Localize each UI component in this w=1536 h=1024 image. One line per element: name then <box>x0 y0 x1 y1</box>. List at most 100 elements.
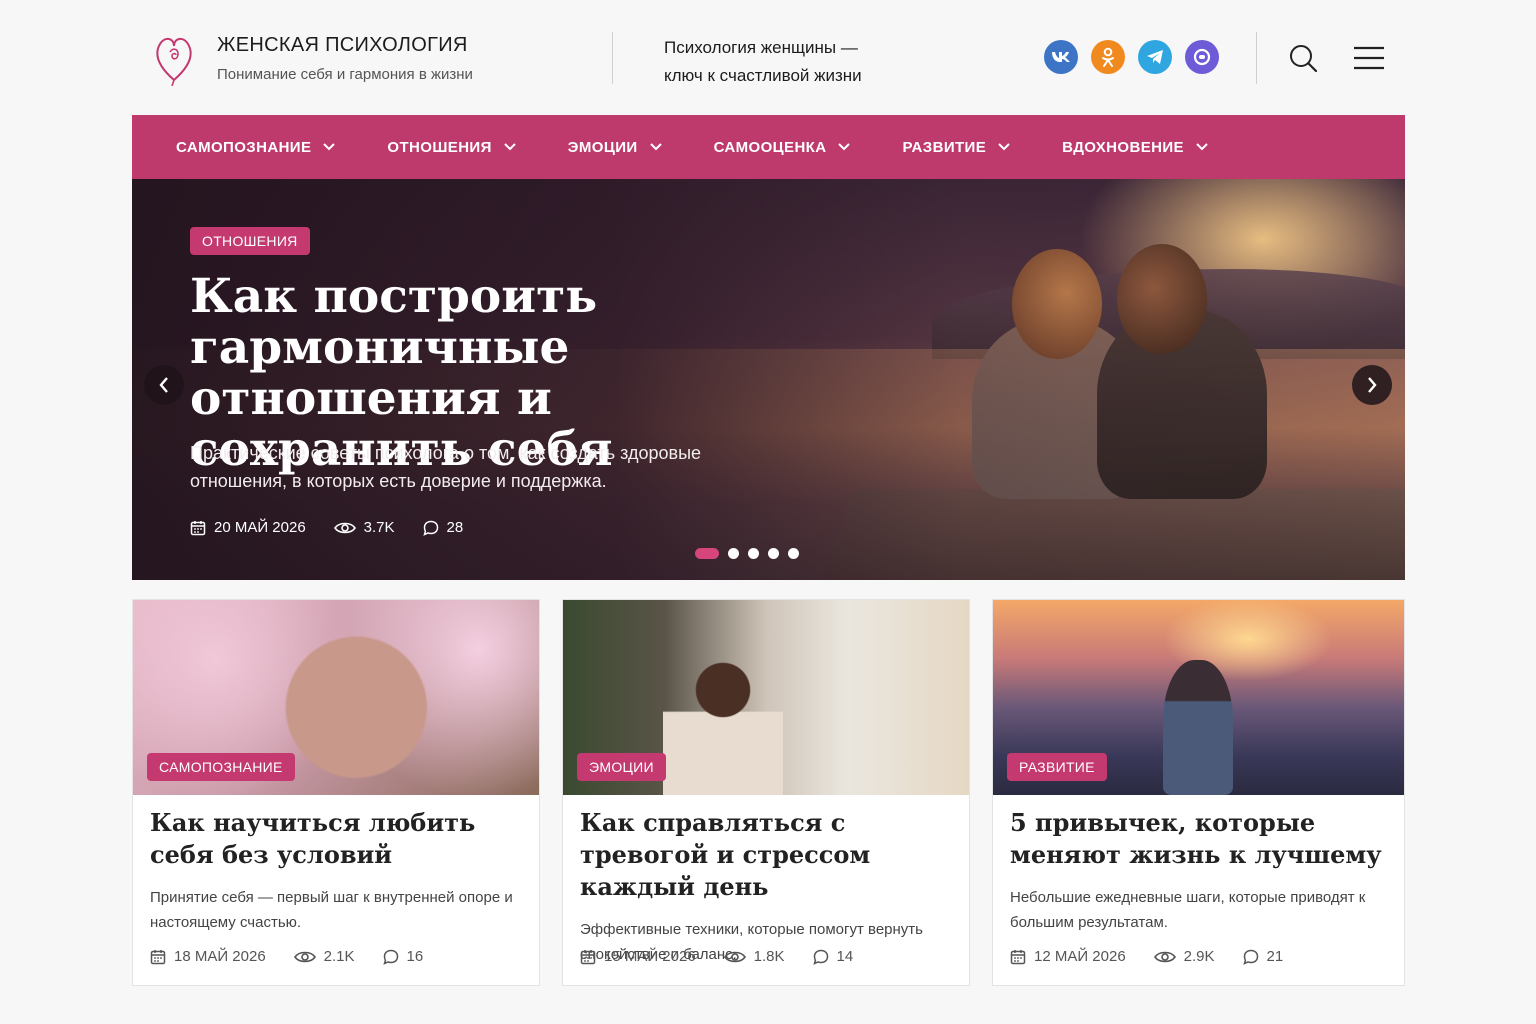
article-views-count: 1.8K <box>753 948 785 965</box>
chevron-down-icon <box>838 143 851 151</box>
vk-icon[interactable] <box>1044 40 1078 74</box>
comment-icon <box>382 949 398 965</box>
nav-item-inspiration[interactable]: ВДОХНОВЕНИЕ <box>1062 139 1208 156</box>
article-image[interactable]: ЭМОЦИИ <box>563 600 969 795</box>
slider-dot-3[interactable] <box>748 548 759 559</box>
nav-item-label: САМОПОЗНАНИЕ <box>176 138 312 156</box>
article-date: 18 МАЙ 2026 <box>150 948 266 965</box>
nav-item-emotions[interactable]: ЭМОЦИИ <box>568 139 662 156</box>
hero-views-count: 3.7K <box>363 519 395 536</box>
main-nav: САМОПОЗНАНИЕ ОТНОШЕНИЯ ЭМОЦИИ САМООЦЕНКА… <box>132 115 1405 179</box>
eye-icon <box>1153 951 1176 962</box>
header-divider <box>612 32 613 84</box>
calendar-icon <box>580 949 596 964</box>
brand-title: ЖЕНСКАЯ ПСИХОЛОГИЯ <box>217 34 468 56</box>
slogan: Психология женщины — ключ к счастливой ж… <box>664 34 862 90</box>
brand[interactable]: ЖЕНСКАЯ ПСИХОЛОГИЯ Понимание себя и гарм… <box>217 34 473 83</box>
eye-icon <box>723 951 746 962</box>
article-image[interactable]: РАЗВИТИЕ <box>993 600 1404 795</box>
heart-logo-icon[interactable] <box>152 30 196 87</box>
nav-item-self-esteem[interactable]: САМООЦЕНКА <box>714 139 851 156</box>
search-icon[interactable] <box>1287 42 1319 74</box>
article-comments: 21 <box>1242 948 1284 965</box>
article-comments: 14 <box>812 948 854 965</box>
article-date: 15 МАЙ 2026 <box>580 948 696 965</box>
nav-item-label: САМООЦЕНКА <box>713 138 827 156</box>
chevron-down-icon <box>1196 143 1208 151</box>
slider-dot-2[interactable] <box>728 548 739 559</box>
article-date-text: 12 МАЙ 2026 <box>1034 948 1126 965</box>
article-title[interactable]: 5 привычек, которые меняют жизнь к лучше… <box>1010 807 1387 871</box>
chevron-right-icon <box>1368 377 1377 393</box>
article-card[interactable]: ЭМОЦИИ Как справляться с тревогой и стре… <box>562 599 970 986</box>
article-date-text: 15 МАЙ 2026 <box>604 948 696 965</box>
article-meta: 15 МАЙ 2026 1.8K 14 <box>580 948 881 965</box>
article-views: 2.1K <box>293 948 355 965</box>
nav-item-relationships[interactable]: ОТНОШЕНИЯ <box>387 138 516 156</box>
site-header: ЖЕНСКАЯ ПСИХОЛОГИЯ Понимание себя и гарм… <box>132 22 1404 94</box>
header-divider <box>1256 32 1257 84</box>
article-image-person <box>663 655 783 795</box>
hero-views: 3.7K <box>333 519 395 536</box>
article-card[interactable]: РАЗВИТИЕ 5 привычек, которые меняют жизн… <box>992 599 1405 986</box>
telegram-icon[interactable] <box>1138 40 1172 74</box>
article-meta: 18 МАЙ 2026 2.1K 16 <box>150 948 451 965</box>
hamburger-menu-icon[interactable] <box>1352 44 1386 72</box>
article-description: Принятие себя — первый шаг к внутренней … <box>150 889 513 931</box>
article-title[interactable]: Как научиться любить себя без условий <box>150 807 522 871</box>
nav-item-label: ОТНОШЕНИЯ <box>387 138 492 156</box>
hero-date: 20 МАЙ 2026 <box>190 519 306 536</box>
article-comments: 16 <box>382 948 424 965</box>
article-views: 2.9K <box>1153 948 1215 965</box>
article-comments-count: 14 <box>836 948 854 965</box>
article-category-badge[interactable]: ЭМОЦИИ <box>577 753 666 781</box>
article-description: Небольшие ежедневные шаги, которые приво… <box>1010 889 1366 931</box>
article-comments-count: 16 <box>406 948 424 965</box>
article-category-badge[interactable]: РАЗВИТИЕ <box>1007 753 1107 781</box>
calendar-icon <box>190 520 206 535</box>
slogan-line-2: ключ к счастливой жизни <box>664 66 862 85</box>
odnoklassniki-icon[interactable] <box>1091 40 1125 74</box>
article-title[interactable]: Как справляться с тревогой и стрессом ка… <box>580 807 952 903</box>
slider-dot-4[interactable] <box>768 548 779 559</box>
hero-comments: 28 <box>422 519 464 536</box>
zen-icon[interactable] <box>1185 40 1219 74</box>
article-date-text: 18 МАЙ 2026 <box>174 948 266 965</box>
social-links <box>1044 40 1219 74</box>
slider-next-button[interactable] <box>1352 365 1392 405</box>
slogan-line-1: Психология женщины — <box>664 38 858 57</box>
article-meta: 12 МАЙ 2026 2.9K 21 <box>1010 948 1311 965</box>
article-category-badge[interactable]: САМОПОЗНАНИЕ <box>147 753 295 781</box>
nav-item-label: ЭМОЦИИ <box>567 138 638 156</box>
calendar-icon <box>1010 949 1026 964</box>
comment-icon <box>1242 949 1258 965</box>
slider-prev-button[interactable] <box>144 365 184 405</box>
article-comments-count: 21 <box>1266 948 1284 965</box>
chevron-down-icon <box>504 143 516 151</box>
chevron-down-icon <box>998 143 1010 151</box>
chevron-left-icon <box>159 377 168 393</box>
article-date: 12 МАЙ 2026 <box>1010 948 1126 965</box>
hero-comments-count: 28 <box>446 519 464 536</box>
article-views: 1.8K <box>723 948 785 965</box>
nav-item-development[interactable]: РАЗВИТИЕ <box>902 139 1010 156</box>
slider-dot-1[interactable] <box>695 548 719 559</box>
hero-category-badge[interactable]: ОТНОШЕНИЯ <box>190 227 310 255</box>
comment-icon <box>422 520 438 536</box>
article-image-person <box>1163 660 1233 795</box>
article-views-count: 2.9K <box>1183 948 1215 965</box>
eye-icon <box>293 951 316 962</box>
hero-meta: 20 МАЙ 2026 3.7K 28 <box>190 519 491 536</box>
slider-dot-5[interactable] <box>788 548 799 559</box>
nav-item-self-knowledge[interactable]: САМОПОЗНАНИЕ <box>176 138 336 156</box>
article-image[interactable]: САМОПОЗНАНИЕ <box>133 600 539 795</box>
eye-icon <box>333 522 356 533</box>
nav-item-label: РАЗВИТИЕ <box>902 138 987 156</box>
brand-subtitle: Понимание себя и гармония в жизни <box>217 66 473 83</box>
hero-description: Практические советы психолога о том, как… <box>190 443 702 491</box>
chevron-down-icon <box>649 143 662 151</box>
chevron-down-icon <box>323 143 336 151</box>
article-card[interactable]: САМОПОЗНАНИЕ Как научиться любить себя б… <box>132 599 540 986</box>
calendar-icon <box>150 949 166 964</box>
hero-slider[interactable]: ОТНОШЕНИЯ Как построить гармоничные отно… <box>132 179 1405 580</box>
